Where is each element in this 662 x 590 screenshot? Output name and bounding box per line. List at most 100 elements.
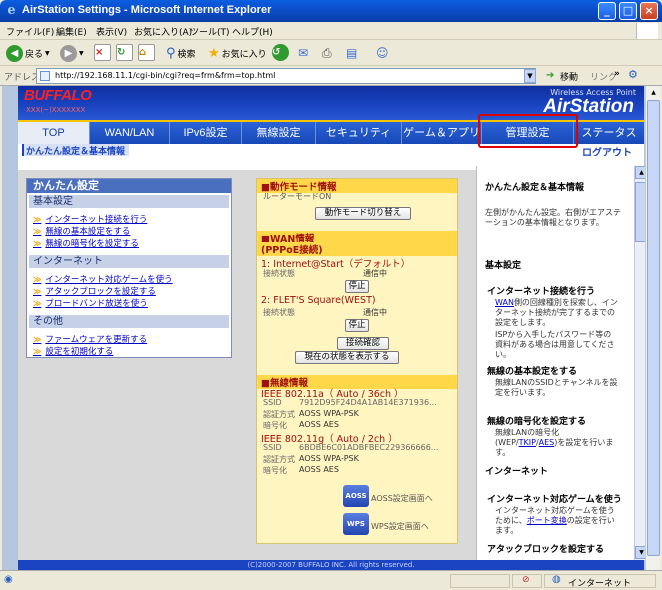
arrow-icon: ≫ [33,335,42,344]
maximize-button[interactable]: □ [619,2,637,20]
mail-icon[interactable]: ✉ [298,44,308,62]
help-item4-title: インターネット対応ゲームを使う [487,495,622,505]
minimize-button[interactable]: _ [598,2,616,20]
popup-blocker-icon: ⊘ [522,575,530,585]
mode-switch-button[interactable]: 動作モード切り替え [315,207,411,220]
star-icon: ★ [208,45,220,61]
menu-bar: ファイル(F) 編集(E) 表示(V) お気に入り(A) ツール(T) ヘルプ(… [0,22,662,40]
main-scrollbar[interactable]: ▲ [645,86,660,570]
menu-tools[interactable]: ツール(T) [190,25,230,38]
tab-wan-lan[interactable]: WAN/LAN [90,122,170,144]
window-titlebar: e AirStation Settings - Microsoft Intern… [0,0,662,22]
go-button[interactable]: 移動 [560,70,578,83]
link-internet-connect[interactable]: ≫ インターネット接続を行う [33,213,147,225]
link-online-game[interactable]: ≫ インターネット対応ゲームを使う [33,273,173,285]
link-broadband[interactable]: ≫ ブロードバンド放送を使う [33,297,148,309]
menu-view[interactable]: 表示(V) [96,25,127,38]
wan-info-subtitle: (PPPoE接続) [257,242,457,256]
edit-icon[interactable]: ▤ [346,44,357,62]
ie-tools-icon[interactable]: ⚙ [628,68,638,81]
aes-link[interactable]: AES [539,438,555,447]
menu-edit[interactable]: 編集(E) [56,25,87,38]
wan-conn2-name: 2: FLET'S Square(WEST) [261,295,376,306]
wireless-g-auth: AOSS WPA-PSK [299,454,359,463]
main-scroll-thumb[interactable] [647,100,660,556]
address-input[interactable]: http://192.168.11.1/cgi-bin/cgi?req=frm&… [36,68,536,84]
aoss-logo-icon[interactable]: AOSS [343,485,369,507]
status-cell [450,574,510,588]
mode-value: ルーターモードON [263,192,332,201]
print-icon[interactable]: ⎙ [322,44,332,62]
highlight-annotation [478,114,578,148]
link-attack-block[interactable]: ≫ アタックブロックを設定する [33,285,156,297]
ie-icon: e [7,3,16,18]
tab-status[interactable]: ステータス [574,122,644,144]
connection-check-button[interactable]: 接続確認 [337,337,389,350]
menu-favorites[interactable]: お気に入り(A) [134,25,192,38]
menu-help[interactable]: ヘルプ(H) [232,25,273,38]
tab-top[interactable]: TOP [18,122,90,144]
messenger-icon[interactable]: ☺ [376,44,389,62]
wireless-g-ssid: 6BDBE6C01ADBFBEC229366666... [299,443,439,452]
section-basic: 基本設定 [29,195,229,208]
easy-setup-panel: かんたん設定 基本設定 ≫ インターネット接続を行う ≫ 無線の基本設定をする ≫ 無… [26,178,232,358]
back-label: 戻る [25,49,44,60]
tab-wireless[interactable]: 無線設定 [242,122,316,144]
wireless-a-enc-label: 暗号化 [263,421,287,430]
link-reset-settings[interactable]: ≫ 設定を初期化する [33,345,113,357]
refresh-icon[interactable]: ↻ [116,44,133,61]
search-icon: ⚲ [166,45,176,61]
page-done-icon: ◉ [4,574,13,585]
scroll-up-icon[interactable]: ▲ [647,86,660,99]
section-other: その他 [29,315,229,328]
wan-link[interactable]: WAN [495,298,514,307]
zone-label: インターネット [568,579,632,589]
back-arrow-icon: ◀ [6,44,23,62]
wps-settings-link[interactable]: WPS設定画面へ [371,521,429,532]
search-label: 検索 [177,49,196,60]
tkip-link[interactable]: TKIP [519,438,536,447]
chevron-down-icon: ▼ [79,49,84,57]
section-internet: インターネット [29,255,229,268]
back-button[interactable]: ◀ 戻る ▼ [6,44,50,62]
history-icon[interactable]: ↺ [272,44,289,61]
footer-copyright: (C)2000-2007 BUFFALO INC. All rights res… [18,560,644,570]
link-wireless-basic[interactable]: ≫ 無線の基本設定をする [33,225,130,237]
address-dropdown-icon[interactable]: ▼ [524,69,536,83]
globe-icon: ◍ [552,574,561,585]
windows-logo-icon [636,23,658,39]
wireless-g-enc: AOSS AES [299,465,339,474]
port-forward-link[interactable]: ポート変換 [527,516,567,525]
wps-logo-icon[interactable]: WPS [343,513,369,535]
favorites-button[interactable]: ★ お気に入り [208,44,267,62]
wireless-g-ssid-label: SSID [263,443,282,452]
window-title: AirStation Settings - Microsoft Internet… [22,4,272,16]
home-icon[interactable]: ⌂ [138,44,155,61]
link-wireless-encryption[interactable]: ≫ 無線の暗号化を設定する [33,237,139,249]
chevron-double-icon[interactable]: » [614,69,620,79]
wireless-g-enc-label: 暗号化 [263,466,287,475]
link-firmware-update[interactable]: ≫ ファームウェアを更新する [33,333,147,345]
show-status-button[interactable]: 現在の状態を表示する [295,351,399,364]
tab-ipv6[interactable]: IPv6設定 [170,122,242,144]
brand-logo: BUFFALO [24,87,92,104]
help-panel: かんたん設定＆基本情報 左側がかんたん設定。右側がエアステーションの基本情報とな… [476,166,632,560]
aoss-settings-link[interactable]: AOSS設定画面へ [371,493,433,504]
wireless-a-auth-label: 認証方式 [263,410,295,419]
wan-conn1-stop-button[interactable]: 停止 [345,280,369,293]
help-basic-heading: 基本設定 [485,261,522,271]
arrow-icon: ≫ [33,299,42,308]
wan-conn2-stop-button[interactable]: 停止 [345,319,369,332]
toolbar: ◀ 戻る ▼ ▶ ▼ × ↻ ⌂ ⚲ 検索 ★ お気に入り ↺ ✉ ⎙ ▤ ☺ [0,40,662,66]
stop-icon[interactable]: × [94,44,111,61]
menu-file[interactable]: ファイル(F) [6,25,54,38]
tab-security[interactable]: セキュリティ [316,122,402,144]
links-label[interactable]: リンク [590,70,617,83]
help-item3-title: 無線の暗号化を設定する [487,417,587,427]
go-arrow-icon[interactable]: ➔ [546,70,554,81]
tab-game-apps[interactable]: ゲーム＆アプリ [402,122,482,144]
forward-button[interactable]: ▶ ▼ [60,44,84,62]
wan-conn2-status: 通信中 [363,308,387,317]
close-button[interactable]: × [640,2,658,20]
search-button[interactable]: ⚲ 検索 [166,44,196,62]
